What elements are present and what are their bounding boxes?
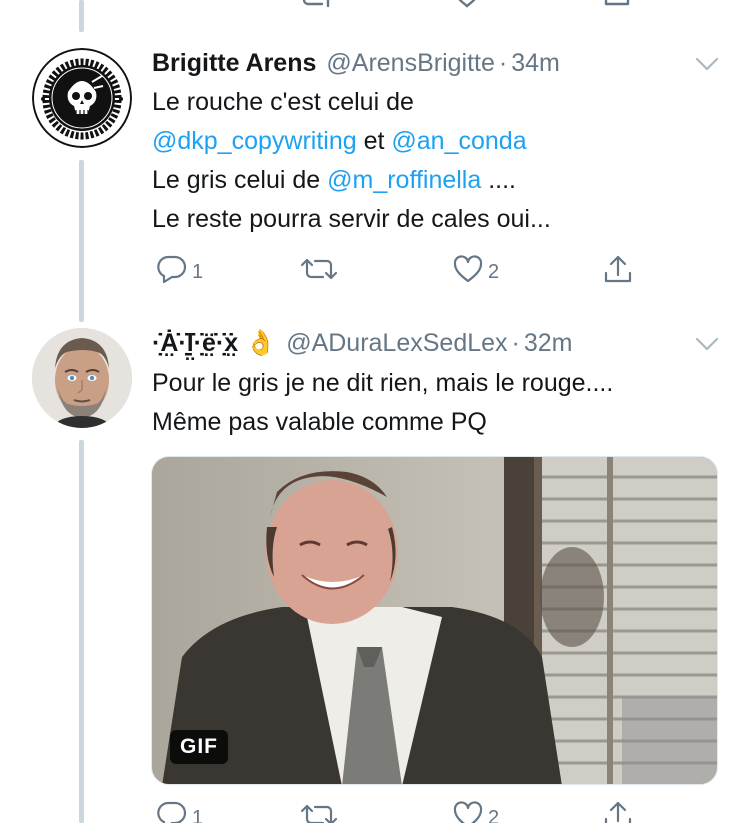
text-segment: .... — [481, 166, 516, 194]
mention-link[interactable]: @dkp_copywriting — [152, 127, 357, 155]
tweet-text-line: @dkp_copywriting et @an_conda — [152, 122, 551, 161]
punks-not-dead-badge-icon — [32, 48, 132, 148]
tweet-text-line: Le reste pourra servir de cales oui... — [152, 200, 551, 239]
tweet-text: Pour le gris je ne dit rien, mais le rou… — [152, 364, 613, 442]
reply-icon — [157, 255, 187, 284]
text-segment: Le reste pourra servir de cales oui... — [152, 205, 551, 233]
tweet-text: Le rouche c'est celui de @dkp_copywritin… — [152, 83, 551, 239]
chevron-down-icon[interactable] — [694, 334, 720, 354]
tweet-text-line: Pour le gris je ne dit rien, mais le rou… — [152, 364, 613, 403]
like-button[interactable]: 2 — [452, 800, 499, 823]
reply-button[interactable]: 1 — [156, 800, 203, 823]
mention-link[interactable]: @an_conda — [391, 127, 526, 155]
like-count: 2 — [488, 806, 500, 823]
text-segment: Le rouche c'est celui de — [152, 88, 414, 116]
reply-icon — [157, 801, 187, 823]
like-button[interactable]: 2 — [452, 254, 499, 284]
reply-count: 1 — [192, 260, 204, 283]
reply-button[interactable]: 1 — [156, 254, 203, 284]
text-segment: Le gris celui de — [152, 166, 328, 194]
chevron-down-icon[interactable] — [694, 54, 720, 74]
heart-icon — [453, 801, 483, 823]
share-icon — [604, 255, 632, 283]
user-handle[interactable]: @ADuraLexSedLex — [286, 328, 507, 358]
tweet-text-line: Le gris celui de @m_roffinella .... — [152, 161, 551, 200]
avatar[interactable] — [32, 48, 132, 148]
gif-media[interactable]: GIF — [151, 456, 718, 785]
avatar[interactable] — [32, 328, 132, 428]
tweet-text-line: Même pas valable comme PQ — [152, 403, 613, 442]
display-name[interactable]: ·̣̇̇Ȧ̤̇·̣̣̇ḷ̤̇·̣̣̇ë̤̇·̣̣̇ẋ̤ 👌 — [152, 328, 276, 358]
timestamp[interactable]: 32m — [524, 328, 573, 358]
text-segment: et — [356, 127, 392, 155]
retweet-icon — [300, 258, 338, 280]
user-photo-icon — [32, 328, 132, 428]
share-button[interactable] — [602, 254, 634, 284]
display-name[interactable]: Brigitte Arens — [152, 48, 316, 78]
tweet-header: Brigitte Arens @ArensBrigitte · 34m — [152, 48, 560, 78]
timestamp[interactable]: 34m — [511, 48, 560, 78]
share-icon — [604, 801, 632, 823]
tweet-text-line: Le rouche c'est celui de — [152, 83, 551, 122]
tweet[interactable]: Brigitte Arens @ArensBrigitte · 34m Le r… — [0, 0, 739, 320]
share-button[interactable] — [602, 800, 634, 823]
retweet-button[interactable] — [300, 254, 338, 284]
tweet-actions: 1 2 — [152, 254, 652, 288]
gif-preview-image — [152, 457, 717, 784]
separator-dot: · — [511, 329, 520, 357]
retweet-button[interactable] — [300, 800, 338, 823]
reply-count: 1 — [192, 806, 204, 823]
user-handle[interactable]: @ArensBrigitte — [326, 48, 495, 78]
tweet-header: ·̣̇̇Ȧ̤̇·̣̣̇ḷ̤̇·̣̣̇ë̤̇·̣̣̇ẋ̤ 👌 @ADuraLexS… — [152, 328, 573, 358]
mention-link[interactable]: @m_roffinella — [327, 166, 481, 194]
gif-badge: GIF — [170, 730, 228, 764]
tweet-actions: 1 2 — [152, 800, 652, 823]
like-count: 2 — [488, 260, 500, 283]
text-segment: Pour le gris je ne dit rien, mais le rou… — [152, 369, 614, 397]
retweet-icon — [300, 804, 338, 823]
text-segment: Même pas valable comme PQ — [152, 408, 487, 436]
heart-icon — [453, 255, 483, 283]
separator-dot: · — [498, 49, 508, 77]
